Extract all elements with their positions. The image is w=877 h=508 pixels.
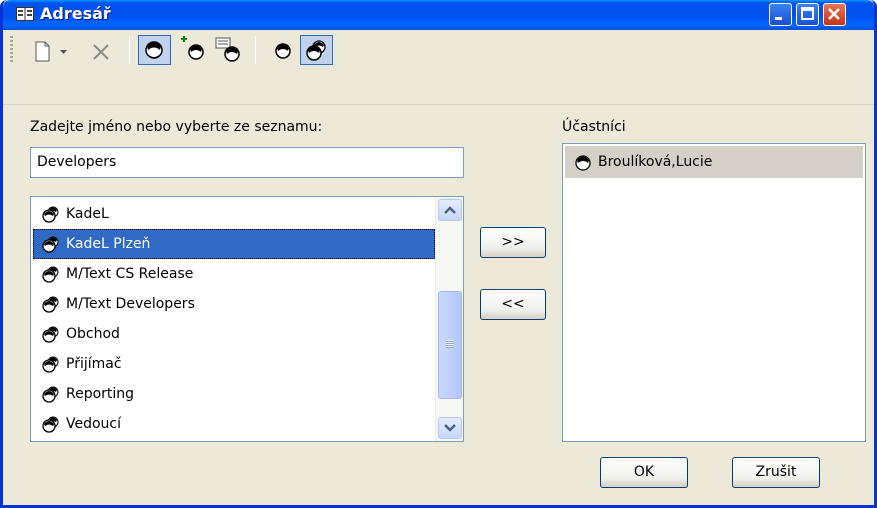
delete-icon[interactable] <box>90 37 112 67</box>
scroll-up-button[interactable] <box>438 199 462 221</box>
cancel-button[interactable]: Zrušit <box>732 457 820 488</box>
list-item-label: KadeL Plzeň <box>66 236 151 252</box>
person-properties-icon[interactable] <box>213 35 243 65</box>
maximize-button[interactable] <box>796 3 819 26</box>
ok-button[interactable]: OK <box>600 457 688 488</box>
list-item[interactable]: Reporting <box>33 379 435 409</box>
list-item-label: Obchod <box>66 326 120 342</box>
list-item[interactable]: M/Text CS Release <box>33 259 435 289</box>
add-participant-button[interactable]: >> <box>480 227 546 258</box>
address-book-window: Adresář Zadejte jméno nebo vyberte ze se… <box>0 0 877 508</box>
group-icon <box>42 386 59 403</box>
list-item[interactable]: Přijímač <box>33 349 435 379</box>
person-add-icon[interactable] <box>178 35 208 65</box>
list-item-label: Reporting <box>66 386 135 402</box>
list-item[interactable]: KadeL <box>33 199 435 229</box>
address-book-icon <box>16 7 34 21</box>
list-item-label: KadeL <box>66 206 109 222</box>
group-icon <box>42 206 59 223</box>
window-title: Adresář <box>40 4 111 23</box>
group-icon <box>42 236 59 253</box>
group-icon <box>42 356 59 373</box>
dropdown-arrow-icon[interactable] <box>58 37 70 67</box>
participant-item[interactable]: Broulíková,Lucie <box>565 146 863 178</box>
minimize-icon <box>775 17 782 20</box>
person-icon[interactable] <box>268 35 298 65</box>
toolbar-separator <box>129 36 130 64</box>
person-icon <box>145 41 163 59</box>
group-icon <box>42 416 59 433</box>
chevron-up-icon <box>444 206 456 214</box>
scroll-down-button[interactable] <box>438 417 462 439</box>
list-item-label: Vedoucí <box>66 416 122 432</box>
toolbar <box>3 30 874 105</box>
participants-label: Účastníci <box>562 119 626 135</box>
list-item-label: M/Text CS Release <box>66 266 194 282</box>
toolbar-grip[interactable] <box>10 36 13 64</box>
list-scrollbar[interactable] <box>435 197 463 441</box>
minimize-button[interactable] <box>769 3 792 26</box>
person-icon <box>575 155 591 171</box>
address-list[interactable]: KadeL KadeL Plzeň M/Text CS Release M/Te… <box>30 196 464 442</box>
close-button[interactable] <box>823 3 846 26</box>
list-item[interactable]: Obchod <box>33 319 435 349</box>
maximize-icon <box>801 7 814 20</box>
person-toggle-button[interactable] <box>138 35 171 65</box>
close-icon <box>828 8 840 20</box>
group-icon <box>42 296 59 313</box>
group-icon <box>42 266 59 283</box>
scroll-thumb[interactable] <box>438 291 462 399</box>
list-item[interactable]: Vedoucí <box>33 409 435 439</box>
group-toggle-button[interactable] <box>300 35 333 65</box>
remove-participant-button[interactable]: << <box>480 289 546 320</box>
group-icon <box>306 40 326 61</box>
toolbar-separator <box>255 36 256 64</box>
list-item-selected[interactable]: KadeL Plzeň <box>33 229 435 259</box>
participants-list[interactable]: Broulíková,Lucie <box>562 143 866 442</box>
list-item-label: Přijímač <box>66 356 122 372</box>
new-icon[interactable] <box>33 37 53 67</box>
title-bar[interactable]: Adresář <box>3 0 874 30</box>
participant-label: Broulíková,Lucie <box>598 154 713 170</box>
name-search-input[interactable]: Developers <box>30 147 464 178</box>
list-item[interactable]: M/Text Developers <box>33 289 435 319</box>
scroll-grip-icon <box>446 340 454 348</box>
name-prompt-label: Zadejte jméno nebo vyberte ze seznamu: <box>30 119 323 135</box>
group-icon <box>42 326 59 343</box>
chevron-down-icon <box>444 424 456 432</box>
list-item-label: M/Text Developers <box>66 296 195 312</box>
